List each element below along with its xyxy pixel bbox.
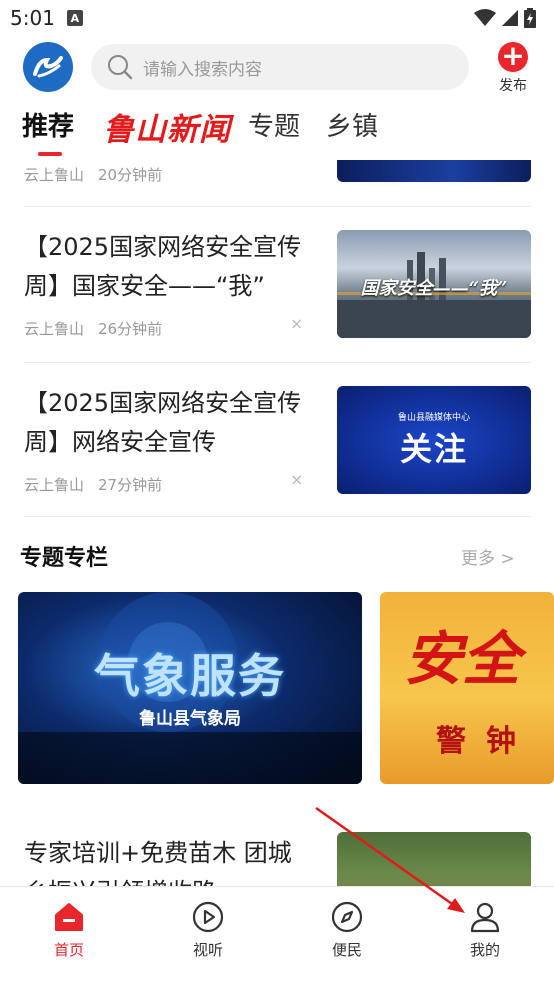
news-meta: 云上鲁山 27分钟前 bbox=[24, 474, 162, 495]
thumbnail-caption: 关注 bbox=[399, 430, 468, 468]
bottom-nav: 首页 视听 便民 我的 bbox=[0, 886, 554, 984]
section-title: 专题专栏 bbox=[20, 546, 109, 571]
card-title: 气象服务 bbox=[94, 649, 286, 703]
status-time: 5:01 bbox=[10, 6, 55, 30]
news-time: 27分钟前 bbox=[98, 476, 163, 494]
nav-video[interactable]: 视听 bbox=[168, 901, 248, 960]
divider bbox=[24, 362, 531, 363]
status-bar: 5:01 A bbox=[0, 0, 554, 36]
thumbnail-org: 鲁山县融媒体中心 bbox=[397, 413, 470, 423]
divider bbox=[24, 516, 531, 517]
news-title: 专家培训+免费苗木 团城乡振兴引领增收路 bbox=[24, 839, 292, 886]
news-source: 云上鲁山 bbox=[24, 476, 85, 494]
card-subtitle: 警钟 bbox=[436, 724, 536, 759]
tab-topics[interactable]: 专题 bbox=[248, 106, 300, 143]
divider bbox=[24, 206, 531, 207]
app-logo[interactable] bbox=[23, 42, 73, 92]
close-icon[interactable]: × bbox=[290, 470, 303, 489]
tab-towns[interactable]: 乡镇 bbox=[326, 106, 378, 143]
nav-home[interactable]: 首页 bbox=[29, 901, 109, 960]
news-source: 云上鲁山 bbox=[24, 320, 85, 338]
news-item[interactable]: 【2025国家网络安全宣传周】网络安全宣传 云上鲁山 27分钟前 × 鲁山县融媒体… bbox=[0, 364, 554, 520]
nav-profile[interactable]: 我的 bbox=[445, 901, 525, 960]
nav-services[interactable]: 便民 bbox=[307, 901, 387, 960]
compass-icon bbox=[331, 901, 363, 933]
user-icon bbox=[470, 902, 500, 933]
home-icon bbox=[55, 903, 83, 931]
news-meta: 云上鲁山 20分钟前 bbox=[24, 164, 162, 185]
nav-label: 首页 bbox=[53, 941, 84, 959]
card-subtitle: 鲁山县气象局 bbox=[139, 709, 241, 729]
news-thumbnail: 国家安全——“我” bbox=[337, 230, 531, 338]
news-item-partial[interactable]: 云上鲁山 20分钟前 bbox=[0, 160, 554, 206]
tab-lushan-news[interactable]: 鲁山新闻 bbox=[103, 104, 231, 149]
close-icon[interactable]: × bbox=[290, 314, 303, 333]
notification-badge-icon: A bbox=[66, 10, 83, 26]
search-icon bbox=[108, 55, 133, 80]
news-item[interactable]: 【2025国家网络安全宣传周】国家安全——“我” 云上鲁山 26分钟前 × 国家安… bbox=[0, 208, 554, 364]
topic-card-safety[interactable]: 安全 警钟 bbox=[380, 592, 554, 784]
tab-recommend[interactable]: 推荐 bbox=[22, 106, 74, 143]
search-placeholder: 请输入搜索内容 bbox=[143, 59, 262, 80]
signal-icon bbox=[502, 10, 518, 26]
nav-label: 视听 bbox=[192, 941, 223, 959]
play-icon bbox=[192, 901, 224, 933]
active-tab-indicator bbox=[38, 152, 62, 156]
news-source: 云上鲁山 bbox=[24, 166, 85, 184]
more-link[interactable]: 更多 > bbox=[461, 544, 515, 569]
publish-button[interactable]: + 发布 bbox=[494, 42, 532, 95]
channel-tabs: 推荐 鲁山新闻 专题 乡镇 bbox=[0, 100, 554, 160]
nav-label: 便民 bbox=[331, 941, 362, 959]
news-feed[interactable]: 云上鲁山 20分钟前 【2025国家网络安全宣传周】国家安全——“我” 云上鲁山 2… bbox=[0, 160, 554, 886]
news-thumbnail bbox=[337, 832, 531, 886]
news-time: 20分钟前 bbox=[98, 166, 163, 184]
publish-label: 发布 bbox=[499, 78, 527, 94]
status-indicators bbox=[474, 8, 536, 28]
news-thumbnail bbox=[337, 160, 531, 182]
news-thumbnail: 鲁山县融媒体中心 关注 bbox=[337, 386, 531, 494]
card-title: 安全 bbox=[404, 625, 521, 693]
thumbnail-caption: 国家安全——“我” bbox=[360, 278, 508, 299]
app-header: 请输入搜索内容 + 发布 bbox=[0, 36, 554, 96]
news-item[interactable]: 专家培训+免费苗木 团城乡振兴引领增收路 bbox=[0, 820, 554, 886]
news-time: 26分钟前 bbox=[98, 320, 163, 338]
news-meta: 云上鲁山 26分钟前 bbox=[24, 318, 162, 339]
nav-label: 我的 bbox=[469, 941, 500, 959]
battery-icon bbox=[524, 8, 536, 28]
news-title: 【2025国家网络安全宣传周】网络安全宣传 bbox=[24, 389, 302, 456]
search-bar[interactable]: 请输入搜索内容 bbox=[91, 44, 469, 90]
logo-mark-icon bbox=[33, 56, 63, 78]
wifi-icon bbox=[474, 9, 496, 26]
news-title: 【2025国家网络安全宣传周】国家安全——“我” bbox=[24, 233, 302, 300]
topic-card-weather[interactable]: 气象服务 鲁山县气象局 bbox=[18, 592, 362, 784]
plus-icon: + bbox=[498, 42, 528, 72]
